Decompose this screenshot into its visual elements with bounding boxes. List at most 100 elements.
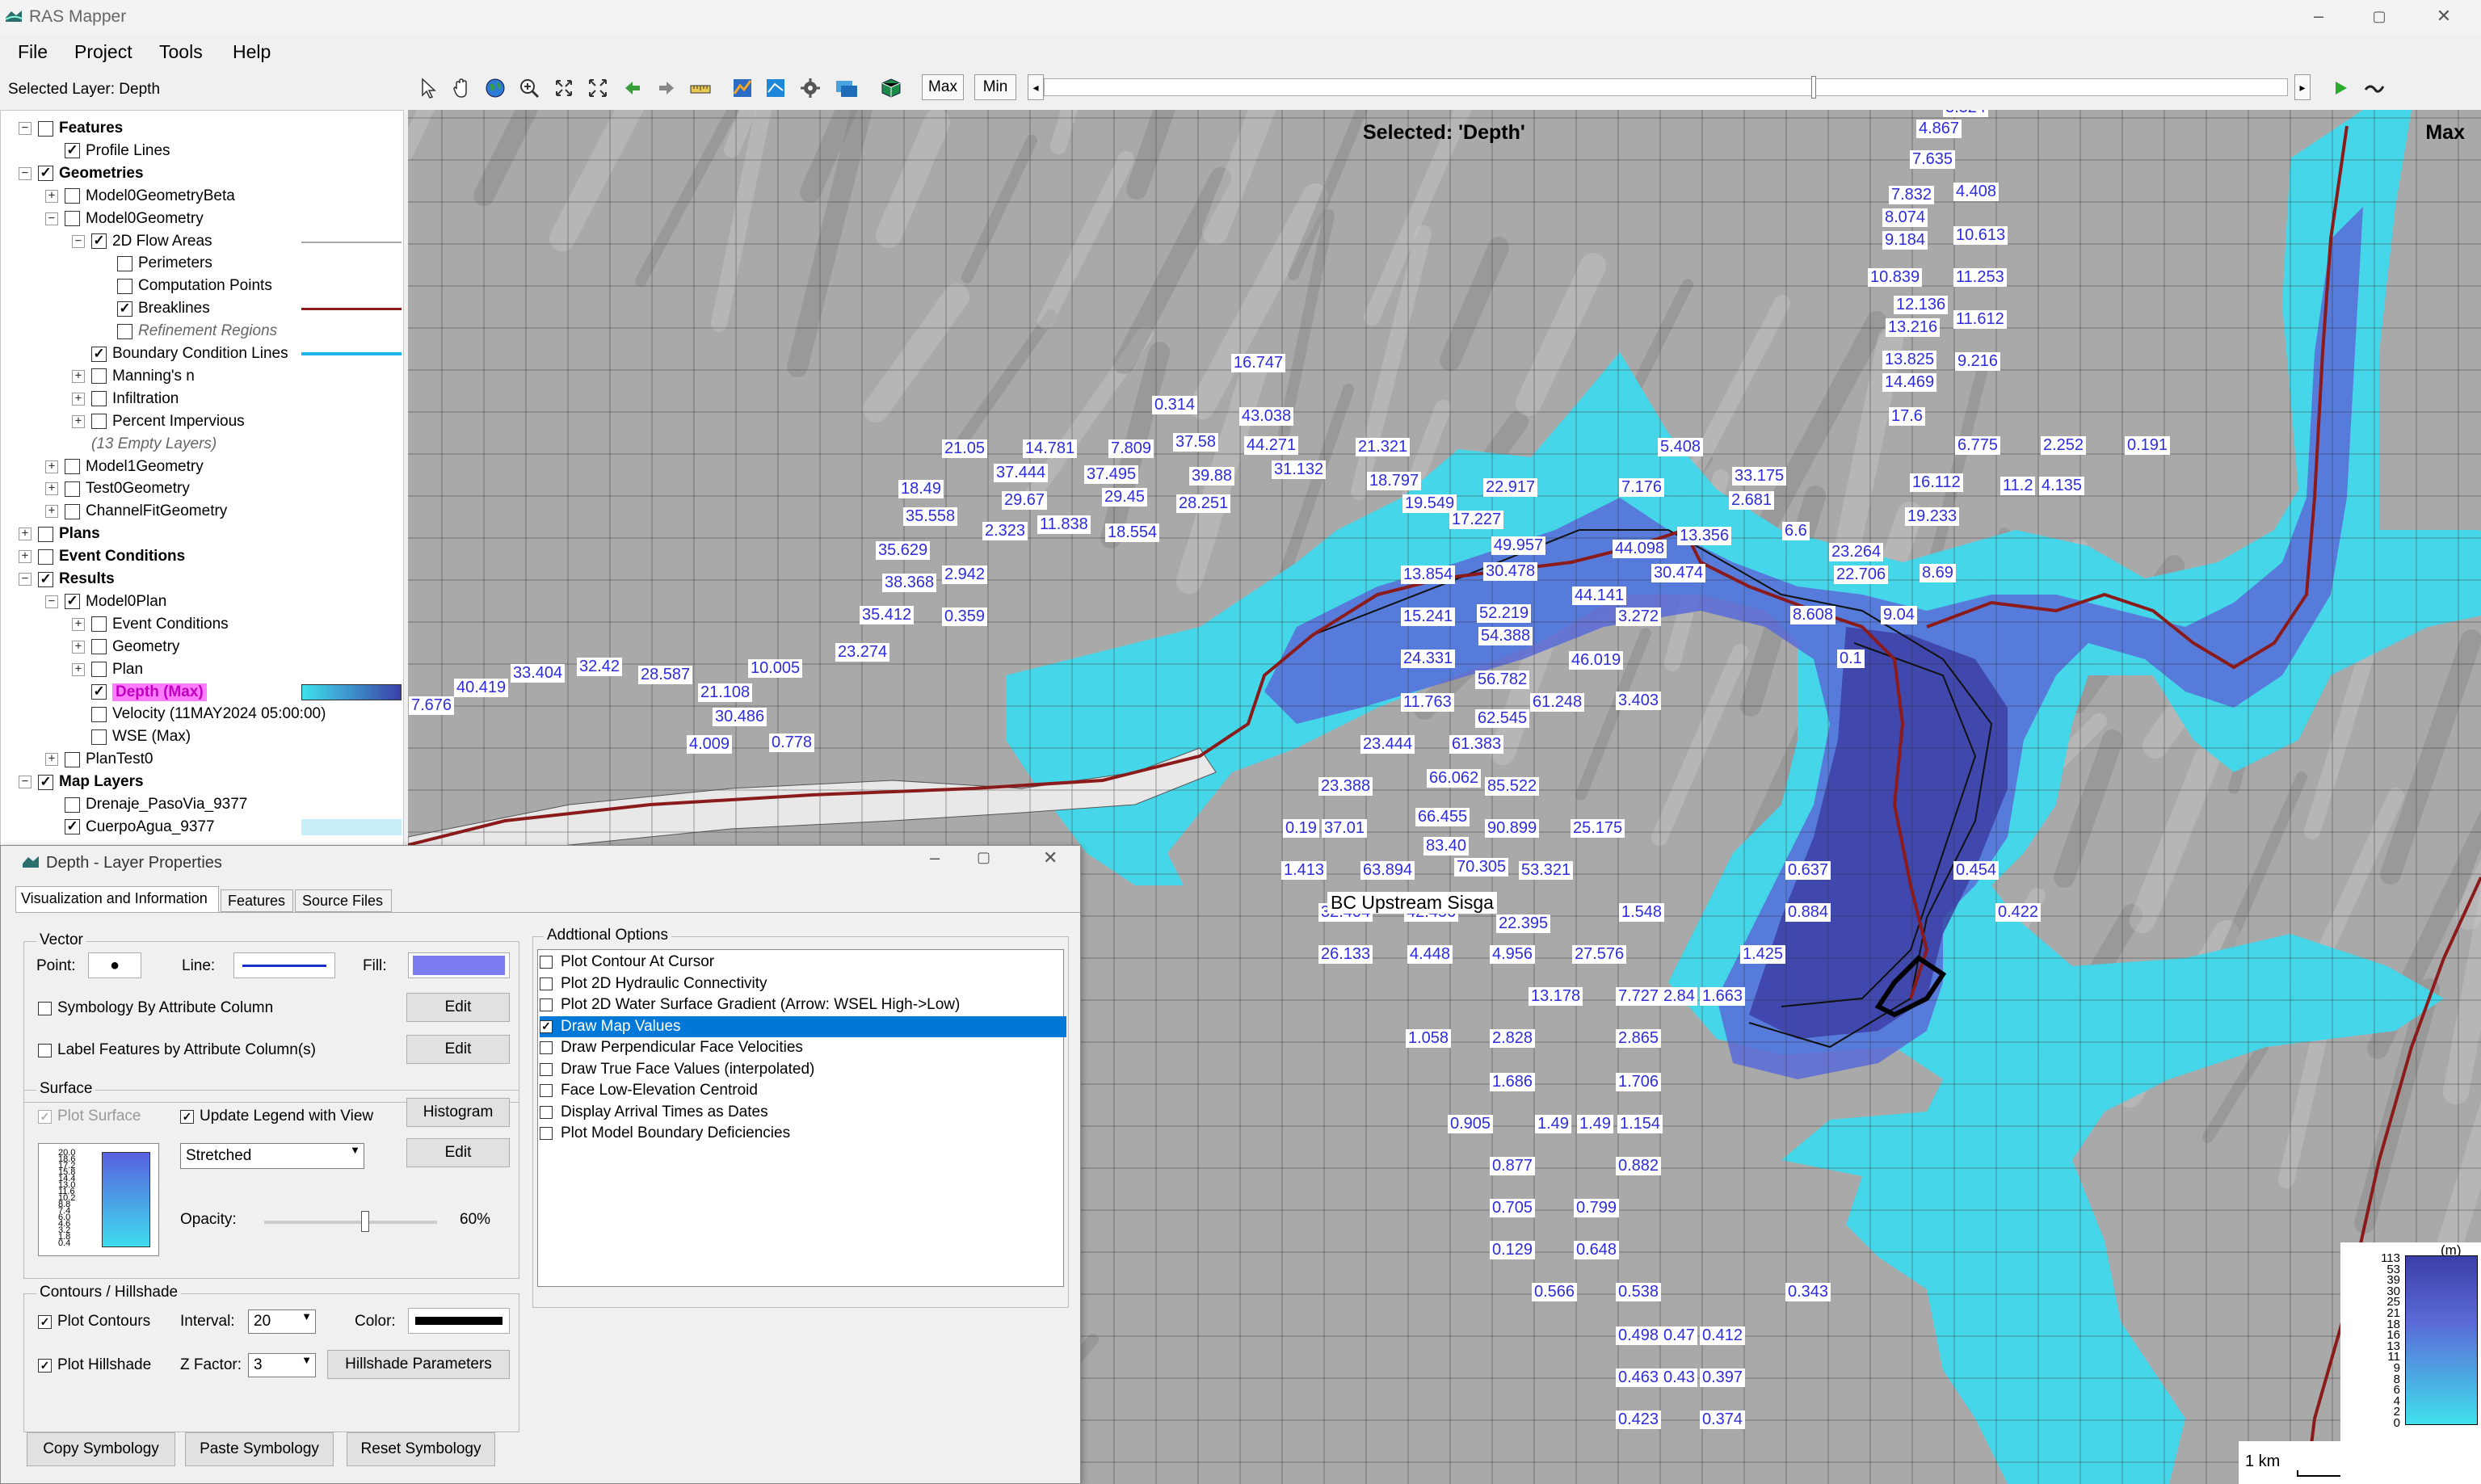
dialog-close-button[interactable]: ✕ bbox=[1043, 847, 1058, 868]
tab-source-files[interactable]: Source Files bbox=[295, 889, 392, 912]
full-extent-icon[interactable] bbox=[586, 76, 610, 100]
time-slider[interactable] bbox=[1044, 76, 2288, 99]
tree-item-geometries[interactable]: − ✓ Geometries bbox=[19, 162, 144, 185]
tree-item-plan[interactable]: + Plan bbox=[72, 658, 143, 681]
slider-left-button[interactable]: ◂ bbox=[1028, 74, 1044, 100]
paste-symbology-button[interactable]: Paste Symbology bbox=[185, 1432, 334, 1466]
layer-checkbox[interactable]: ✓ bbox=[91, 346, 107, 362]
layer-checkbox[interactable] bbox=[65, 211, 80, 227]
opacity-slider[interactable] bbox=[264, 1211, 437, 1232]
menu-project[interactable]: Project bbox=[74, 41, 132, 63]
slider-right-button[interactable]: ▸ bbox=[2294, 74, 2311, 100]
option-plot-model-boundary-deficiencies[interactable]: Plot Model Boundary Deficiencies bbox=[540, 1123, 1066, 1144]
tree-item-percent-impervious[interactable]: + Percent Impervious bbox=[72, 410, 245, 433]
tree-item-map-layers[interactable]: − ✓ Map Layers bbox=[19, 771, 144, 793]
option-face-low-elevation-centroid[interactable]: Face Low-Elevation Centroid bbox=[540, 1080, 1066, 1101]
forward-arrow-icon[interactable] bbox=[654, 76, 679, 100]
tree-item-13-empty-layers[interactable]: (13 Empty Layers) bbox=[72, 433, 217, 456]
menu-tools[interactable]: Tools bbox=[159, 41, 203, 63]
layer-checkbox[interactable] bbox=[38, 526, 53, 542]
hillshade-parameters-button[interactable]: Hillshade Parameters bbox=[327, 1350, 510, 1379]
tree-item-breaklines[interactable]: ✓ Breaklines bbox=[98, 297, 210, 320]
layer-checkbox[interactable] bbox=[65, 797, 80, 813]
layer-checkbox[interactable] bbox=[117, 323, 132, 339]
expand-icon[interactable]: + bbox=[72, 392, 85, 406]
tree-item-model0geometrybeta[interactable]: + Model0GeometryBeta bbox=[45, 185, 235, 208]
label-edit-button[interactable]: Edit bbox=[406, 1035, 510, 1064]
profile-plot-icon[interactable] bbox=[730, 76, 755, 100]
option-draw-perpendicular-face-velocities[interactable]: Draw Perpendicular Face Velocities bbox=[540, 1037, 1066, 1058]
layer-checkbox[interactable] bbox=[65, 751, 80, 767]
layer-checkbox[interactable] bbox=[65, 188, 80, 204]
option-checkbox[interactable] bbox=[540, 1105, 553, 1119]
expand-icon[interactable]: + bbox=[72, 617, 85, 631]
tree-item-refinement-regions[interactable]: Refinement Regions bbox=[98, 320, 277, 343]
tree-item-model0geometry[interactable]: − Model0Geometry bbox=[45, 208, 204, 230]
expand-icon[interactable]: + bbox=[72, 414, 85, 428]
tree-item-model1geometry[interactable]: + Model1Geometry bbox=[45, 456, 204, 478]
layer-checkbox[interactable]: ✓ bbox=[65, 594, 80, 610]
copy-symbology-button[interactable]: Copy Symbology bbox=[27, 1432, 175, 1466]
option-checkbox[interactable] bbox=[540, 1084, 553, 1097]
collapse-icon[interactable]: − bbox=[45, 595, 58, 608]
expand-icon[interactable]: + bbox=[72, 640, 85, 654]
expand-icon[interactable]: + bbox=[45, 460, 58, 473]
update-legend-checkbox[interactable]: ✓ Update Legend with View bbox=[180, 1108, 373, 1125]
layer-checkbox[interactable]: ✓ bbox=[65, 819, 80, 835]
option-checkbox[interactable] bbox=[540, 1041, 553, 1054]
option-draw-true-face-values-interpolated[interactable]: Draw True Face Values (interpolated) bbox=[540, 1059, 1066, 1080]
tools-gear-icon[interactable] bbox=[798, 76, 822, 100]
tree-item-model0plan[interactable]: − ✓ Model0Plan bbox=[45, 591, 166, 613]
tree-item-velocity-11may2024-05-00-00[interactable]: Velocity (11MAY2024 05:00:00) bbox=[72, 703, 326, 725]
contour-color-button[interactable] bbox=[408, 1308, 510, 1334]
layer-checkbox[interactable] bbox=[91, 391, 107, 407]
surface-legend-preview[interactable]: 20.0 18.6 17.2 15.8 14.4 13.0 11.6 10.2 8.8 7.4 6.… bbox=[38, 1143, 159, 1256]
plot-hillshade-checkbox[interactable]: ✓ Plot Hillshade bbox=[38, 1356, 151, 1374]
tree-item-depth-max[interactable]: ✓ Depth (Max) bbox=[72, 681, 207, 704]
expand-icon[interactable]: + bbox=[19, 528, 32, 541]
zfactor-combo[interactable]: 3 ▼ bbox=[248, 1353, 316, 1377]
layer-checkbox[interactable] bbox=[117, 278, 132, 294]
additional-options-list[interactable]: Plot Contour At Cursor Plot 2D Hydraulic … bbox=[537, 949, 1066, 1287]
tree-item-geometry[interactable]: + Geometry bbox=[72, 636, 179, 658]
layer-checkbox[interactable]: ✓ bbox=[91, 684, 107, 700]
expand-icon[interactable]: + bbox=[45, 189, 58, 203]
layer-checkbox[interactable] bbox=[91, 414, 107, 430]
minimize-button[interactable]: – bbox=[2294, 3, 2343, 29]
tree-item-2d-flow-areas[interactable]: − ✓ 2D Flow Areas bbox=[72, 230, 212, 253]
option-checkbox[interactable] bbox=[540, 1127, 553, 1140]
tab-visualization[interactable]: Visualization and Information bbox=[15, 886, 219, 912]
tree-item-test0geometry[interactable]: + Test0Geometry bbox=[45, 477, 190, 500]
stretch-combo[interactable]: Stretched ▼ bbox=[180, 1143, 364, 1169]
layer-checkbox[interactable] bbox=[65, 503, 80, 519]
dialog-minimize-button[interactable]: – bbox=[930, 847, 940, 868]
tree-item-perimeters[interactable]: Perimeters bbox=[98, 252, 212, 275]
layer-checkbox[interactable] bbox=[91, 639, 107, 655]
tree-item-boundary-condition-lines[interactable]: ✓ Boundary Condition Lines bbox=[72, 343, 288, 365]
layer-checkbox[interactable] bbox=[117, 255, 132, 271]
expand-icon[interactable]: + bbox=[72, 662, 85, 676]
back-arrow-icon[interactable] bbox=[620, 76, 645, 100]
zoom-out-icon[interactable] bbox=[552, 76, 576, 100]
layer-checkbox[interactable] bbox=[91, 368, 107, 385]
play-icon[interactable] bbox=[2328, 76, 2353, 100]
opacity-slider-thumb[interactable] bbox=[361, 1211, 369, 1232]
tree-item-event-conditions[interactable]: + Event Conditions bbox=[19, 545, 185, 568]
layer-checkbox[interactable]: ✓ bbox=[38, 166, 53, 182]
option-plot-2d-hydraulic-connectivity[interactable]: Plot 2D Hydraulic Connectivity bbox=[540, 973, 1066, 994]
reset-symbology-button[interactable]: Reset Symbology bbox=[347, 1432, 495, 1466]
pan-hand-icon[interactable] bbox=[449, 76, 473, 100]
expand-icon[interactable]: + bbox=[45, 753, 58, 767]
option-checkbox[interactable]: ✓ bbox=[540, 1019, 553, 1033]
option-checkbox[interactable] bbox=[540, 977, 553, 990]
tree-item-profile-lines[interactable]: ✓ Profile Lines bbox=[45, 140, 170, 162]
expand-icon[interactable]: + bbox=[45, 482, 58, 496]
tree-item-features[interactable]: − Features bbox=[19, 117, 123, 140]
layer-checkbox[interactable] bbox=[91, 662, 107, 678]
tree-item-event-conditions[interactable]: + Event Conditions bbox=[72, 613, 229, 636]
histogram-button[interactable]: Histogram bbox=[406, 1098, 510, 1127]
collapse-icon[interactable]: − bbox=[72, 234, 85, 248]
max-button[interactable]: Max bbox=[922, 74, 964, 100]
layer-checkbox[interactable] bbox=[65, 481, 80, 497]
plot-surface-checkbox[interactable]: ✓ Plot Surface bbox=[38, 1108, 141, 1125]
